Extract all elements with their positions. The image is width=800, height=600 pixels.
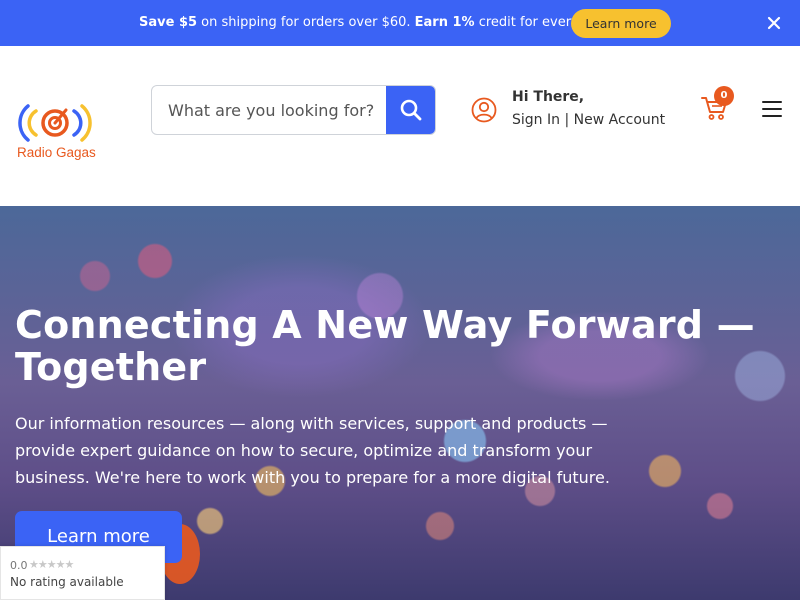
site-logo[interactable]: Radio Gagas bbox=[14, 100, 104, 162]
promo-bar: Save $5 on shipping for orders over $60.… bbox=[0, 0, 800, 46]
account-greeting: Hi There, bbox=[512, 89, 585, 105]
hero-title: Connecting A New Way Forward — Together bbox=[15, 303, 755, 389]
search-input[interactable] bbox=[152, 86, 387, 134]
logo-text: Radio Gagas bbox=[17, 145, 96, 160]
promo-earn-strong: Earn 1% bbox=[414, 15, 475, 30]
radio-waves-logo-icon bbox=[18, 104, 92, 142]
search-button[interactable] bbox=[386, 86, 435, 134]
sign-in-link[interactable]: Sign In bbox=[512, 112, 560, 128]
hamburger-menu-icon[interactable] bbox=[762, 101, 784, 119]
account-links: Sign In | New Account bbox=[512, 112, 665, 128]
hero-banner: Connecting A New Way Forward — Together … bbox=[0, 206, 800, 600]
close-icon[interactable] bbox=[764, 13, 784, 33]
site-header: Radio Gagas Hi There, Sign In | New Acco… bbox=[0, 46, 800, 206]
promo-text: Save $5 on shipping for orders over $60.… bbox=[139, 14, 620, 32]
promo-save-strong: Save $5 bbox=[139, 15, 198, 30]
account-separator: | bbox=[560, 112, 574, 128]
star-rating-icon: ★★★★★ bbox=[29, 558, 74, 571]
rating-score: 0.0 bbox=[10, 559, 28, 572]
promo-save-text: on shipping for orders over $60. bbox=[197, 15, 415, 30]
user-icon[interactable] bbox=[471, 97, 497, 123]
hero-description: Our information resources — along with s… bbox=[15, 414, 610, 487]
search-bar bbox=[151, 85, 436, 135]
cart-count-badge: 0 bbox=[714, 86, 734, 106]
new-account-link[interactable]: New Account bbox=[574, 112, 666, 128]
rating-widget[interactable]: 0.0 ★★★★★ No rating available bbox=[0, 546, 165, 600]
promo-learn-more-button[interactable]: Learn more bbox=[571, 9, 671, 38]
rating-text: No rating available bbox=[10, 575, 124, 589]
search-icon bbox=[400, 99, 422, 121]
